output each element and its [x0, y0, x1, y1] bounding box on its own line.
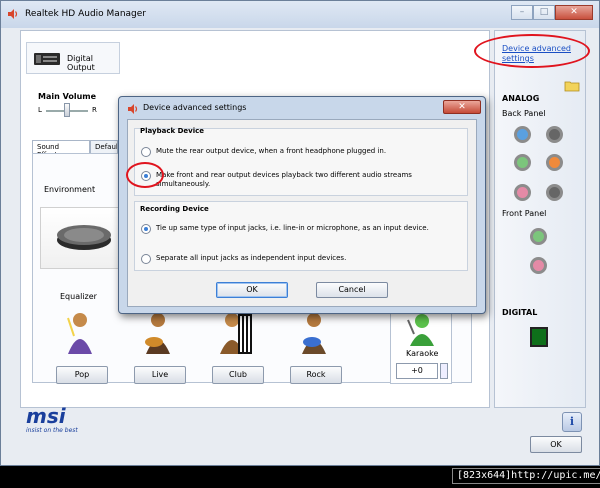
digital-connector-icon[interactable] [530, 327, 548, 347]
preset-rock-button[interactable]: Rock [290, 366, 342, 384]
club-keyboardist-icon [216, 310, 256, 356]
back-panel-jack[interactable] [514, 184, 531, 201]
back-panel-jack[interactable] [546, 154, 563, 171]
option-label: Separate all input jacks as independent … [156, 254, 347, 262]
dialog-cancel-button[interactable]: Cancel [316, 282, 388, 298]
option-label: Mute the rear output device, when a fron… [156, 147, 387, 155]
back-panel-jack[interactable] [514, 154, 531, 171]
analog-title: ANALOG [502, 94, 540, 103]
msi-logo: msi insist on the best [26, 405, 78, 434]
karaoke-singer-icon [407, 314, 434, 346]
preset-club-button[interactable]: Club [212, 366, 264, 384]
msi-tagline: insist on the best [26, 427, 78, 434]
preset-pop-button[interactable]: Pop [56, 366, 108, 384]
minimize-button[interactable]: – [511, 5, 533, 20]
digital-title: DIGITAL [502, 308, 538, 317]
option-label: Tie up same type of input jacks, i.e. li… [156, 224, 429, 232]
device-tab-label: Digital Output [67, 54, 95, 72]
front-panel-jack[interactable] [530, 257, 547, 274]
annotation-circle [474, 34, 590, 68]
environment-disk-icon[interactable] [56, 222, 112, 252]
dialog-ok-button[interactable]: OK [216, 282, 288, 298]
environment-label: Environment [44, 185, 96, 194]
main-ok-button[interactable]: OK [530, 436, 582, 453]
window-title: Realtek HD Audio Manager [25, 9, 146, 19]
close-button[interactable]: ✕ [555, 5, 593, 20]
balance-left-label: L [38, 106, 42, 114]
window-controls: – □ ✕ [511, 5, 593, 21]
balance-right-label: R [92, 106, 97, 114]
radio-mute-rear[interactable] [141, 147, 151, 157]
watermark: [823x644]http://upic.me/ [452, 468, 600, 484]
speaker-icon [128, 104, 138, 114]
speaker-icon [8, 9, 18, 19]
msi-logo-text: msi [26, 405, 67, 428]
folder-icon[interactable] [564, 80, 580, 92]
back-panel-jack[interactable] [514, 126, 531, 143]
dialog-title: Device advanced settings [143, 103, 247, 112]
tab-digital-output[interactable]: Digital Output [26, 42, 120, 74]
tab-sound-effects[interactable]: Sound Effects [32, 140, 90, 159]
live-guitarist-icon [138, 310, 178, 356]
back-panel-jack[interactable] [546, 126, 563, 143]
preset-live-button[interactable]: Live [134, 366, 186, 384]
dialog-close-button[interactable]: ✕ [443, 100, 481, 114]
annotation-circle [126, 162, 164, 188]
recording-device-title: Recording Device [140, 205, 209, 213]
title-bar[interactable]: Realtek HD Audio Manager – □ ✕ [1, 1, 599, 28]
digital-output-device-icon [34, 53, 60, 65]
rock-guitarist-icon [294, 310, 334, 356]
pop-singer-icon [60, 310, 100, 356]
maximize-button[interactable]: □ [533, 5, 555, 20]
main-volume-label: Main Volume [38, 92, 97, 101]
karaoke-value-field[interactable]: +0 [396, 363, 438, 379]
back-panel-jack[interactable] [546, 184, 563, 201]
playback-device-title: Playback Device [140, 127, 204, 135]
tab-default[interactable]: Default [90, 140, 118, 154]
equalizer-label: Equalizer [60, 292, 97, 301]
front-panel-label: Front Panel [502, 209, 547, 218]
option-label: Make front and rear output devices playb… [156, 171, 412, 188]
front-panel-jack[interactable] [530, 228, 547, 245]
radio-separate[interactable] [141, 254, 151, 264]
info-button[interactable]: i [562, 412, 582, 432]
radio-tie-up[interactable] [141, 224, 151, 234]
balance-slider-thumb[interactable] [64, 103, 70, 117]
back-panel-label: Back Panel [502, 109, 546, 118]
karaoke-spin-button[interactable] [440, 363, 448, 379]
karaoke-label: Karaoke [406, 349, 439, 358]
